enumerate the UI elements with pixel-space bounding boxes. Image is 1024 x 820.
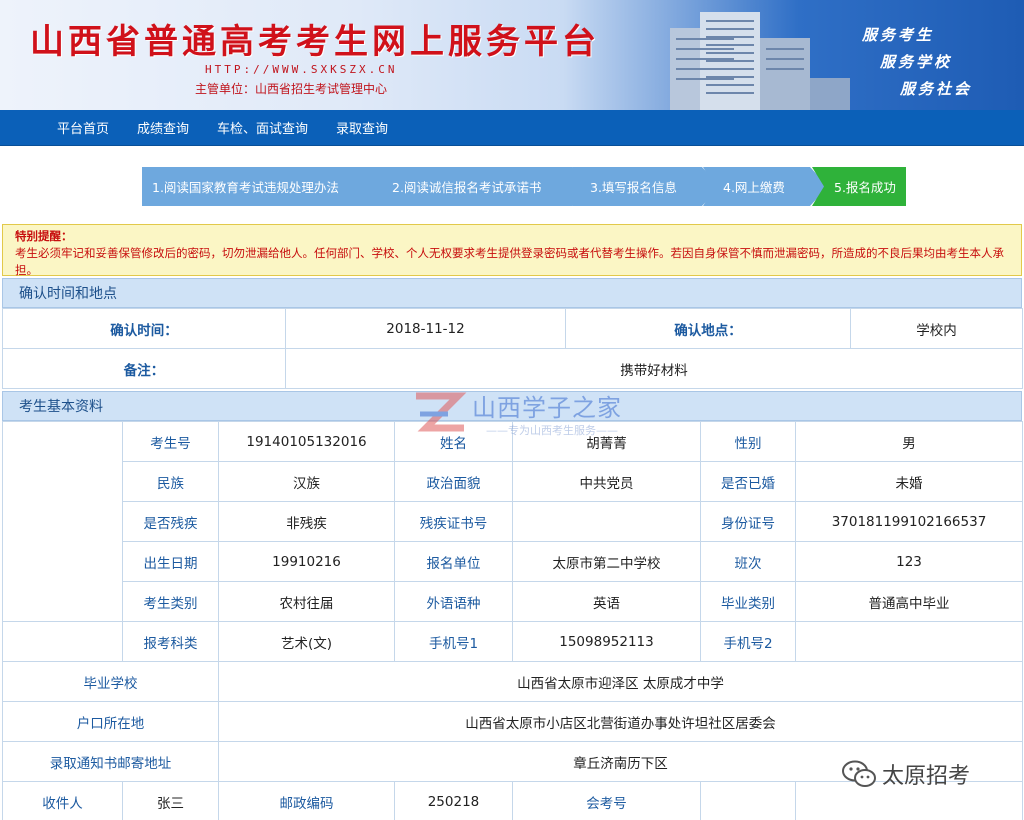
birth-label: 出生日期 [122, 541, 219, 582]
category-label: 考生类别 [122, 581, 219, 622]
confirm-section: 确认时间和地点 确认时间： 2018-11-12 确认地点： 学校内 备注： 携… [2, 278, 1023, 389]
disabled-cert-label: 残疾证书号 [394, 501, 513, 542]
id-label: 身份证号 [700, 501, 796, 542]
notice-body: 考生必须牢记和妥善保管修改后的密码，切勿泄漏给他人。任何部门、学校、个人无权要求… [15, 246, 1004, 277]
disabled-cert-value [512, 501, 701, 542]
postcode-value: 250218 [394, 781, 513, 820]
mail-addr-label: 录取通知书邮寄地址 [2, 741, 219, 782]
unit-value: 太原市第二中学校 [512, 541, 701, 582]
confirm-place-label: 确认地点： [565, 308, 851, 349]
category-value: 农村往届 [218, 581, 395, 622]
subject-value: 艺术(文) [218, 621, 395, 662]
married-label: 是否已婚 [700, 461, 796, 502]
motto-3: 服务社会 [900, 80, 973, 98]
step-3: 3.填写报名信息 [572, 167, 720, 206]
grad-type-value: 普通高中毕业 [795, 581, 1023, 622]
recipient-value: 张三 [122, 781, 219, 820]
huikao-value [700, 781, 796, 820]
school-label: 毕业学校 [2, 661, 219, 702]
main-nav: 平台首页 成绩查询 车检、面试查询 录取查询 [0, 110, 1024, 146]
name-label: 姓名 [394, 421, 513, 462]
building-image [670, 12, 850, 110]
postcode-label: 邮政编码 [218, 781, 395, 820]
birth-value: 19910216 [218, 541, 395, 582]
step-1: 1.阅读国家教育考试违规处理办法 [142, 167, 392, 206]
huikao-label: 会考号 [512, 781, 701, 820]
confirm-note-value: 携带好材料 [285, 348, 1023, 389]
confirm-note-label: 备注： [2, 348, 286, 389]
class-value: 123 [795, 541, 1023, 582]
hukou-value: 山西省太原市小店区北营街道办事处许坦社区居委会 [218, 701, 1023, 742]
nav-inspection[interactable]: 车检、面试查询 [217, 118, 308, 137]
motto-2: 服务学校 [880, 53, 953, 71]
class-label: 班次 [700, 541, 796, 582]
site-title: 山西省普通高考考生网上服务平台 [30, 22, 600, 62]
exam-no-value: 19140105132016 [218, 421, 395, 462]
married-value: 未婚 [795, 461, 1023, 502]
language-label: 外语语种 [394, 581, 513, 622]
political-label: 政治面貌 [394, 461, 513, 502]
step-2: 2.阅读诚信报名考试承诺书 [372, 167, 590, 206]
recipient-label: 收件人 [2, 781, 123, 820]
phone2-label: 手机号2 [700, 621, 796, 662]
site-host: 主管单位：山西省招生考试管理中心 [195, 82, 388, 96]
confirm-place-value: 学校内 [850, 308, 1023, 349]
progress-steps: 1.阅读国家教育考试违规处理办法 2.阅读诚信报名考试承诺书 3.填写报名信息 … [0, 146, 1024, 224]
nav-admission[interactable]: 录取查询 [336, 118, 388, 137]
exam-no-label: 考生号 [122, 421, 219, 462]
basic-section-title: 考生基本资料 [2, 391, 1022, 421]
notice-box: 特别提醒： 考生必须牢记和妥善保管修改后的密码，切勿泄漏给他人。任何部门、学校、… [2, 224, 1022, 277]
header-banner: 山西省普通高考考生网上服务平台 HTTP://WWW.SXKSZX.CN 主管单… [0, 0, 1024, 110]
wechat-badge: 太原招考 [842, 758, 970, 790]
gender-label: 性别 [700, 421, 796, 462]
school-value: 山西省太原市迎泽区 太原成才中学 [218, 661, 1023, 702]
ethnic-label: 民族 [122, 461, 219, 502]
motto-1: 服务考生 [862, 26, 935, 44]
confirm-table: 确认时间： 2018-11-12 确认地点： 学校内 备注： 携带好材料 [2, 308, 1023, 389]
step-4: 4.网上缴费 [703, 167, 828, 206]
notice-heading: 特别提醒： [15, 229, 73, 243]
phone2-value [795, 621, 1023, 662]
phone1-label: 手机号1 [394, 621, 513, 662]
site-url: HTTP://WWW.SXKSZX.CN [205, 63, 398, 76]
subject-label: 报考科类 [122, 621, 219, 662]
step-5: 5.报名成功 [812, 167, 906, 206]
gender-value: 男 [795, 421, 1023, 462]
photo-spacer [2, 621, 123, 662]
ethnic-value: 汉族 [218, 461, 395, 502]
wechat-name: 太原招考 [882, 764, 971, 789]
name-value: 胡菁菁 [512, 421, 701, 462]
unit-label: 报名单位 [394, 541, 513, 582]
confirm-section-title: 确认时间和地点 [2, 278, 1022, 308]
hukou-label: 户口所在地 [2, 701, 219, 742]
language-value: 英语 [512, 581, 701, 622]
disabled-label: 是否残疾 [122, 501, 219, 542]
wechat-icon [842, 760, 876, 787]
basic-section: 考生基本资料 考生号 19140105132016 姓名 胡菁菁 性别 男 民族… [2, 391, 1023, 820]
confirm-time-label: 确认时间： [2, 308, 286, 349]
nav-home[interactable]: 平台首页 [57, 118, 109, 137]
nav-score[interactable]: 成绩查询 [137, 118, 189, 137]
photo-box [2, 421, 123, 622]
phone1-value: 15098952113 [512, 621, 701, 662]
disabled-value: 非残疾 [218, 501, 395, 542]
id-value: 370181199102166537 [795, 501, 1023, 542]
political-value: 中共党员 [512, 461, 701, 502]
confirm-time-value: 2018-11-12 [285, 308, 566, 349]
grad-type-label: 毕业类别 [700, 581, 796, 622]
